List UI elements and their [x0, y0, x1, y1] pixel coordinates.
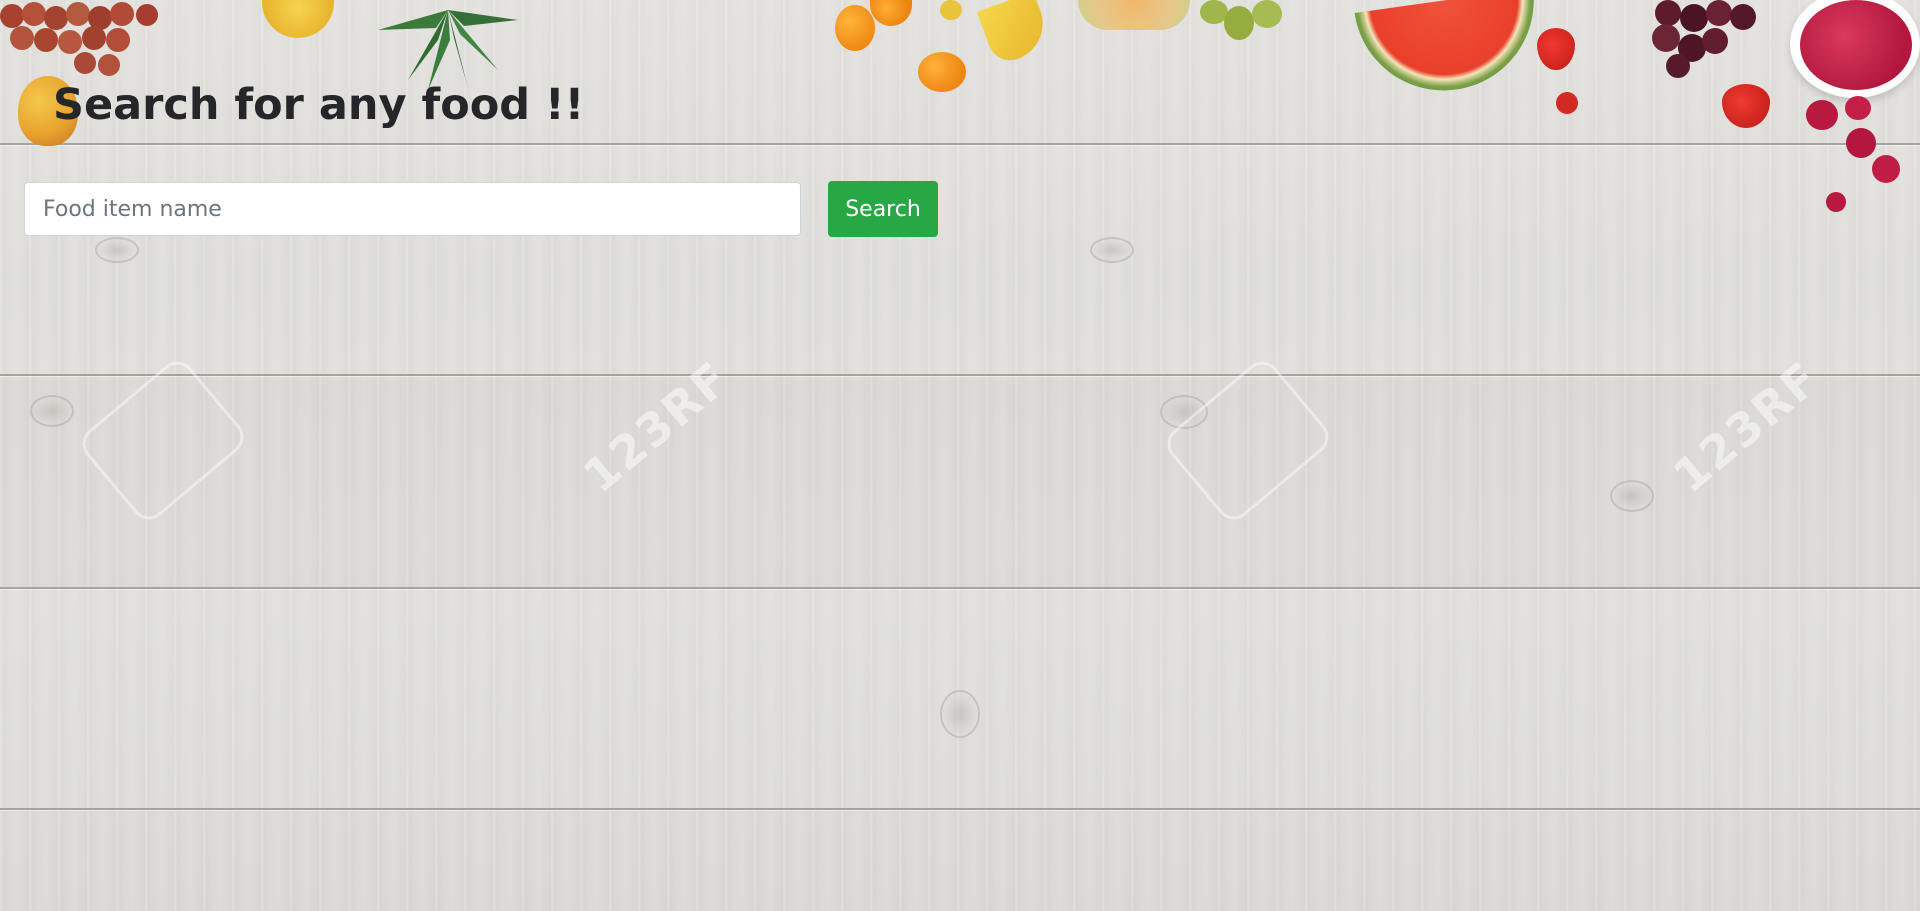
- strawberry-image: [1722, 84, 1770, 128]
- strawberry-image: [1556, 92, 1578, 114]
- mandarin-image: [918, 52, 966, 92]
- raspberry-image: [1845, 96, 1871, 120]
- wood-plank: [0, 145, 1920, 375]
- mandarin-image: [835, 5, 875, 51]
- plank-seam: [0, 587, 1920, 589]
- wood-knot: [940, 690, 980, 738]
- page-background: 123RF 123RF Search for any food !! Food …: [0, 0, 1920, 911]
- raspberry-image: [1846, 128, 1876, 158]
- plank-seam: [0, 143, 1920, 145]
- raspberry-image: [1806, 100, 1838, 130]
- banana-image: [940, 0, 962, 20]
- banana-image: [976, 0, 1054, 67]
- watermelon-image: [1354, 0, 1546, 103]
- food-search-input[interactable]: [24, 182, 801, 236]
- wood-knot: [1090, 237, 1134, 263]
- wood-knot: [1610, 480, 1654, 512]
- plank-seam: [0, 808, 1920, 810]
- pineapple-leaves-icon: [378, 10, 518, 90]
- page-title: Search for any food !!: [53, 80, 585, 130]
- search-button[interactable]: Search: [828, 181, 938, 237]
- wood-knot: [30, 395, 74, 427]
- mandarin-image: [870, 0, 912, 26]
- raspberry-image: [1826, 192, 1846, 212]
- lemon-image: [262, 0, 334, 38]
- melon-image: [1078, 0, 1190, 30]
- raspberry-image: [1872, 155, 1900, 183]
- wood-knot: [95, 237, 139, 263]
- raspberries-image: [1800, 0, 1912, 90]
- strawberry-image: [1537, 28, 1575, 70]
- plank-seam: [0, 374, 1920, 376]
